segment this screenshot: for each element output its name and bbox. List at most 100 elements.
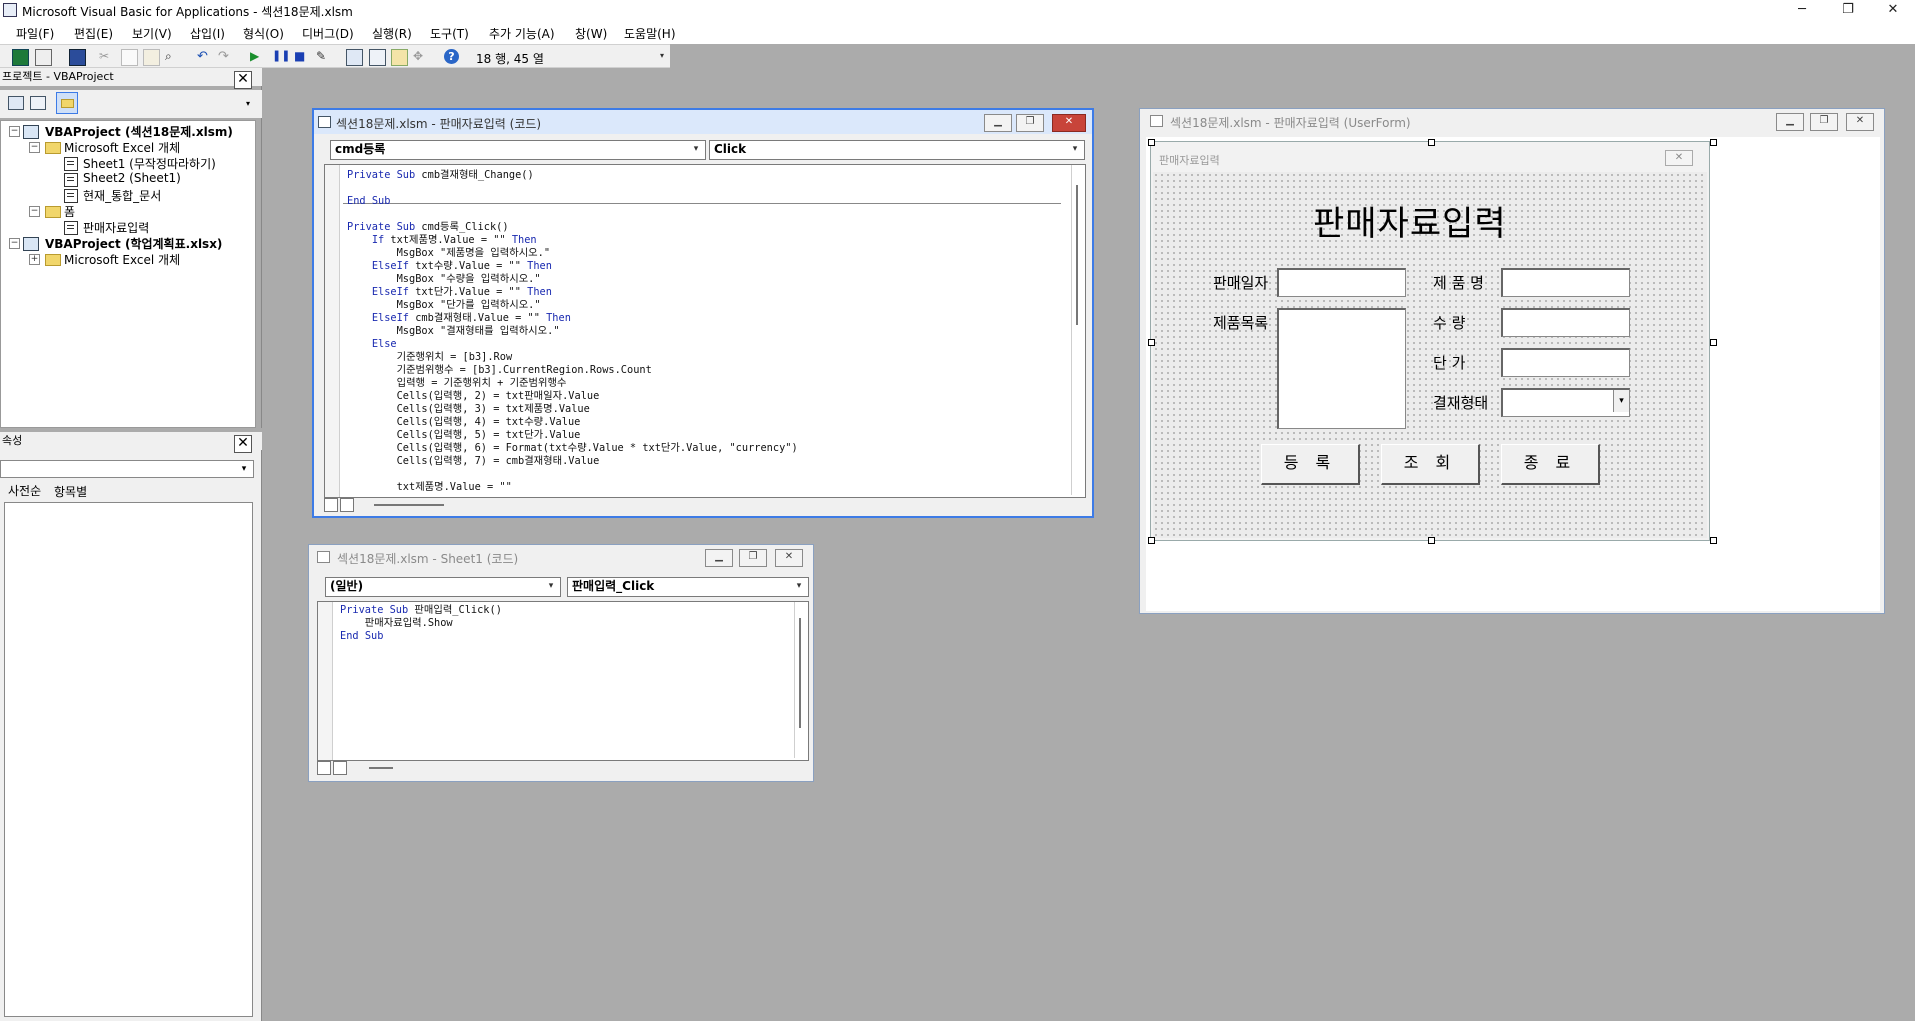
sheet1-minimize-button[interactable]: ▁ — [705, 549, 733, 567]
userform-close-button[interactable]: ✕ — [1665, 150, 1693, 166]
code-line[interactable]: Private Sub cmb결재형태_Change() — [347, 169, 534, 181]
properties-icon[interactable] — [369, 49, 386, 66]
menu-format[interactable]: 형식(O) — [243, 25, 284, 42]
procedure-view-icon[interactable] — [317, 761, 331, 775]
label-sale-date[interactable]: 판매일자 — [1213, 272, 1268, 293]
sheet1-vertical-scrollbar[interactable] — [794, 602, 807, 758]
label-quantity[interactable]: 수 량 — [1433, 312, 1465, 333]
full-module-view-icon[interactable] — [333, 761, 347, 775]
resize-handle[interactable] — [1148, 537, 1155, 544]
code-line[interactable]: MsgBox "결재형태를 입력하시오." — [347, 325, 560, 337]
resize-handle[interactable] — [1428, 537, 1435, 544]
menu-debug[interactable]: 디버그(D) — [302, 25, 354, 42]
form-heading[interactable]: 판매자료입력 — [1313, 196, 1507, 245]
object-combo[interactable]: cmd등록 ▾ — [330, 140, 706, 160]
menu-edit[interactable]: 편집(E) — [74, 25, 113, 42]
code-line[interactable]: Else — [347, 338, 397, 350]
view-code-icon[interactable] — [8, 96, 24, 110]
procedure-combo[interactable]: Click ▾ — [709, 140, 1085, 160]
code-line[interactable]: MsgBox "수량을 입력하시오." — [347, 273, 541, 285]
help-icon[interactable]: ? — [444, 49, 459, 64]
code-line[interactable]: txt제품명.Value = "" — [347, 481, 512, 493]
sheet1-object-combo[interactable]: (일반) ▾ — [325, 577, 561, 597]
tree-item-thisworkbook[interactable]: 현재_통합_문서 — [83, 187, 161, 204]
code-line[interactable]: ElseIf txt수량.Value = "" Then — [347, 260, 552, 272]
undo-icon[interactable]: ↶ — [197, 49, 212, 64]
design-mode-icon[interactable]: ✎ — [316, 49, 331, 64]
restore-button[interactable]: ❐ — [1826, 0, 1870, 22]
code-line[interactable]: 입력행 = 기준행위치 + 기준범위행수 — [347, 377, 567, 389]
code-line[interactable]: ElseIf txt단가.Value = "" Then — [347, 286, 552, 298]
tree-item-excel-objects-2[interactable]: Microsoft Excel 개체 — [64, 251, 180, 268]
code-line[interactable]: Cells(입력행, 2) = txt판매일자.Value — [347, 390, 600, 402]
chevron-down-icon[interactable]: ▾ — [237, 462, 251, 476]
redo-icon[interactable]: ↷ — [218, 49, 233, 64]
sheet1-close-button[interactable]: ✕ — [775, 549, 803, 567]
lst-product-list[interactable] — [1277, 308, 1406, 429]
margin-indicator-bar[interactable] — [325, 165, 340, 497]
menu-window[interactable]: 창(W) — [575, 25, 607, 42]
code-line[interactable]: Cells(입력행, 5) = txt단가.Value — [347, 429, 581, 441]
code-line[interactable]: End Sub — [340, 630, 383, 642]
scrollbar-thumb[interactable] — [799, 618, 801, 728]
userform-window-close-button[interactable]: ✕ — [1846, 113, 1874, 131]
resize-handle[interactable] — [1428, 139, 1435, 146]
copy-icon[interactable] — [121, 49, 138, 66]
insert-userform-icon[interactable] — [35, 49, 52, 66]
close-button[interactable]: ✕ — [1871, 0, 1915, 22]
label-unit-price[interactable]: 단 가 — [1433, 352, 1465, 373]
tree-item-userform[interactable]: 판매자료입력 — [83, 219, 149, 236]
expand-toggle[interactable]: + — [29, 254, 40, 265]
chevron-down-icon[interactable]: ▾ — [689, 141, 703, 157]
tree-item-vbaproject-1[interactable]: VBAProject (섹션18문제.xlsm) — [45, 123, 233, 140]
userform-window-minimize-button[interactable]: ▁ — [1776, 113, 1804, 131]
txt-sale-date[interactable] — [1277, 268, 1406, 297]
sheet1-restore-button[interactable]: ❐ — [739, 549, 767, 567]
cut-icon[interactable]: ✂ — [99, 49, 114, 64]
code-line[interactable]: Cells(입력행, 7) = cmb결재형태.Value — [347, 455, 600, 467]
tree-item-sheet2[interactable]: Sheet2 (Sheet1) — [83, 171, 181, 185]
tree-item-vbaproject-2[interactable]: VBAProject (학업계획표.xlsx) — [45, 235, 222, 252]
txt-product-name[interactable] — [1501, 268, 1630, 297]
label-product-name[interactable]: 제 품 명 — [1433, 272, 1484, 293]
procedure-view-icon[interactable] — [324, 498, 338, 512]
expand-toggle[interactable]: − — [29, 206, 40, 217]
toolbar-overflow-icon[interactable]: ▾ — [660, 51, 668, 65]
chevron-down-icon[interactable]: ▾ — [792, 578, 806, 594]
tab-categorized[interactable]: 항목별 — [54, 483, 87, 500]
txt-quantity[interactable] — [1501, 308, 1630, 337]
expand-toggle[interactable]: − — [9, 238, 20, 249]
code-editor[interactable]: Private Sub cmb결재형태_Change() End Sub Priva… — [324, 164, 1086, 498]
menu-addins[interactable]: 추가 기능(A) — [489, 25, 555, 42]
resize-handle[interactable] — [1710, 139, 1717, 146]
sheet1-code-editor[interactable]: Private Sub 판매입력_Click() 판매자료입력.Show End … — [317, 601, 809, 761]
resize-handle[interactable] — [1148, 339, 1155, 346]
userform-client-area[interactable]: 판매자료입력 판매일자 제품목록 제 품 명 수 량 단 가 결재형태 ▾ 등 … — [1153, 172, 1707, 538]
code-line[interactable]: If txt제품명.Value = "" Then — [347, 234, 537, 246]
chevron-down-icon[interactable]: ▾ — [1613, 390, 1629, 412]
resize-handle[interactable] — [1710, 339, 1717, 346]
break-icon[interactable]: ❚❚ — [272, 49, 290, 64]
resize-handle[interactable] — [1710, 537, 1717, 544]
save-icon[interactable] — [69, 49, 86, 66]
project-pane-close-button[interactable]: ✕ — [234, 71, 252, 89]
cmd-close-button[interactable]: 종 료 — [1501, 444, 1600, 485]
expand-toggle[interactable]: − — [9, 126, 20, 137]
find-icon[interactable]: ⌕ — [165, 49, 180, 64]
menu-insert[interactable]: 삽입(I) — [190, 25, 225, 42]
menu-tools[interactable]: 도구(T) — [430, 25, 469, 42]
code-window-restore-button[interactable]: ❐ — [1016, 114, 1044, 132]
menu-help[interactable]: 도움말(H) — [624, 25, 676, 42]
code-line[interactable]: Cells(입력행, 4) = txt수량.Value — [347, 416, 581, 428]
expand-toggle[interactable]: − — [29, 142, 40, 153]
code-window-close-button[interactable]: ✕ — [1052, 114, 1086, 132]
code-line[interactable]: MsgBox "단가를 입력하시오." — [347, 299, 541, 311]
cmd-register-button[interactable]: 등 록 — [1261, 444, 1360, 485]
properties-pane-close-button[interactable]: ✕ — [234, 435, 252, 453]
object-browser-icon[interactable] — [391, 49, 408, 66]
code-line[interactable]: Cells(입력행, 6) = Format(txt수량.Value * txt… — [347, 442, 798, 454]
code-line[interactable]: Private Sub 판매입력_Click() — [340, 604, 502, 616]
view-object-icon[interactable] — [30, 96, 46, 110]
label-product-list[interactable]: 제품목록 — [1213, 312, 1268, 333]
code-window-minimize-button[interactable]: ▁ — [984, 114, 1012, 132]
